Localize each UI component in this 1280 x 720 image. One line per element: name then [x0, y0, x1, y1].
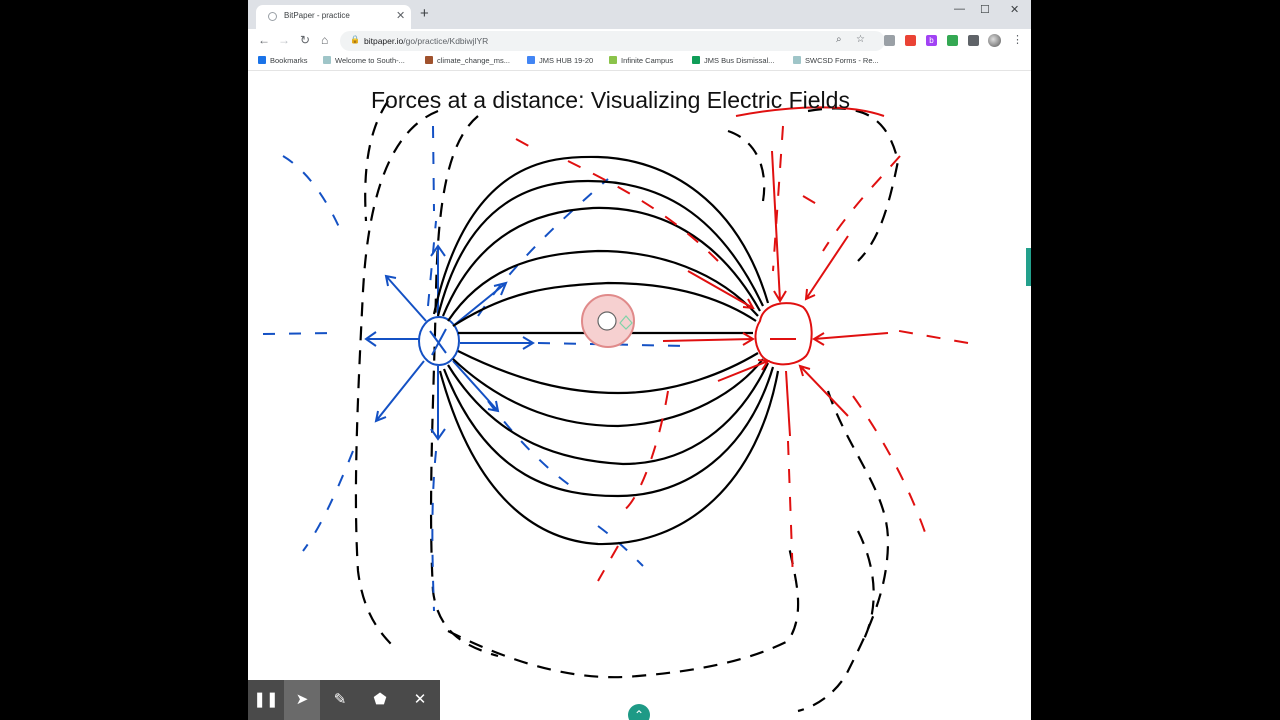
star-icon — [258, 56, 266, 64]
close-icon[interactable]: ✕ — [396, 9, 405, 22]
chevron-up-icon: ⌃ — [633, 708, 645, 720]
avatar[interactable] — [988, 34, 1001, 47]
whiteboard-canvas[interactable]: Forces at a distance: Visualizing Electr… — [248, 71, 1031, 720]
select-tool[interactable]: ➤ — [284, 680, 320, 720]
pause-icon: ❚❚ — [253, 691, 279, 708]
bookmark-item[interactable]: Infinite Campus — [609, 56, 673, 65]
address-bar[interactable]: 🔒 bitpaper.io/go/practice/KdbiwjlYR ⌕ ☆ — [340, 31, 885, 51]
blue-dashed-field-lines — [262, 125, 689, 612]
shield-icon — [323, 56, 331, 64]
close-window-button[interactable]: ✕ — [1010, 3, 1019, 16]
bookmark-item[interactable]: Welcome to South-... — [323, 56, 405, 65]
globe-icon — [268, 12, 277, 21]
tab-title: BitPaper - practice — [284, 11, 350, 20]
bookmark-item[interactable]: JMS HUB 19-20 — [527, 56, 593, 65]
cursor-icon: ➤ — [295, 691, 309, 708]
positive-charge — [364, 244, 535, 441]
reload-icon[interactable]: ↻ — [300, 33, 310, 47]
home-icon[interactable]: ⌂ — [321, 33, 328, 47]
forward-icon[interactable]: → — [278, 33, 290, 47]
close-icon: ✕ — [413, 691, 427, 708]
pen-icon: ✎ — [333, 691, 347, 708]
browser-toolbar: ← → ↻ ⌂ 🔒 bitpaper.io/go/practice/Kdbiwj… — [248, 29, 1031, 53]
sheet-icon — [692, 56, 700, 64]
bookmark-item[interactable]: Bookmarks — [258, 56, 308, 65]
bookmark-item[interactable]: SWCSD Forms - Re... — [793, 56, 879, 65]
puzzle-icon[interactable] — [968, 35, 979, 46]
zoom-icon[interactable]: ⌕ — [836, 34, 842, 45]
url-text: bitpaper.io/go/practice/KdbiwjlYR — [364, 36, 489, 46]
red-dashed-field-lines — [515, 125, 969, 582]
new-tab-button[interactable]: + — [420, 6, 429, 21]
star-icon[interactable]: ☆ — [856, 34, 865, 45]
page-title: Forces at a distance: Visualizing Electr… — [371, 87, 850, 113]
solid-field-lines — [432, 155, 780, 546]
extension-red-icon[interactable] — [905, 35, 916, 46]
bookmark-item[interactable]: JMS Bus Dismissal... — [692, 56, 774, 65]
extension-icon[interactable] — [884, 35, 895, 46]
drawing-toolbox: ❚❚ ➤ ✎ ⬟ ✕ — [248, 680, 440, 720]
minimize-button[interactable]: — — [954, 3, 965, 15]
doc-icon — [527, 56, 535, 64]
browser-window: BitPaper - practice ✕ + — ☐ ✕ ← → ↻ ⌂ 🔒 … — [248, 0, 1031, 720]
lock-icon: 🔒 — [350, 35, 360, 44]
bookmark-item[interactable]: climate_change_ms... — [425, 56, 510, 65]
eraser-tool[interactable]: ⬟ — [362, 680, 398, 720]
pause-button[interactable]: ❚❚ — [248, 680, 284, 720]
close-tool[interactable]: ✕ — [402, 680, 438, 720]
back-icon[interactable]: ← — [258, 33, 270, 47]
campus-icon — [609, 56, 617, 64]
extension-grid-icon[interactable] — [947, 35, 958, 46]
eraser-icon: ⬟ — [373, 691, 387, 708]
bookmarks-bar: Bookmarks Welcome to South-... climate_c… — [248, 53, 1031, 71]
kebab-menu-icon[interactable]: ⋮ — [1012, 33, 1023, 46]
pointer-highlight — [581, 294, 635, 348]
badge-icon — [425, 56, 433, 64]
pen-tool[interactable]: ✎ — [322, 680, 358, 720]
expand-button[interactable]: ⌃ — [628, 704, 650, 720]
shield-icon — [793, 56, 801, 64]
side-panel-handle[interactable] — [1026, 248, 1031, 286]
extension-b-icon[interactable]: b — [926, 35, 937, 46]
field-drawing — [262, 100, 969, 713]
tab-strip: BitPaper - practice ✕ + — ☐ ✕ — [248, 0, 1031, 29]
maximize-button[interactable]: ☐ — [980, 3, 990, 16]
tab-bitpaper[interactable]: BitPaper - practice ✕ — [256, 5, 411, 29]
